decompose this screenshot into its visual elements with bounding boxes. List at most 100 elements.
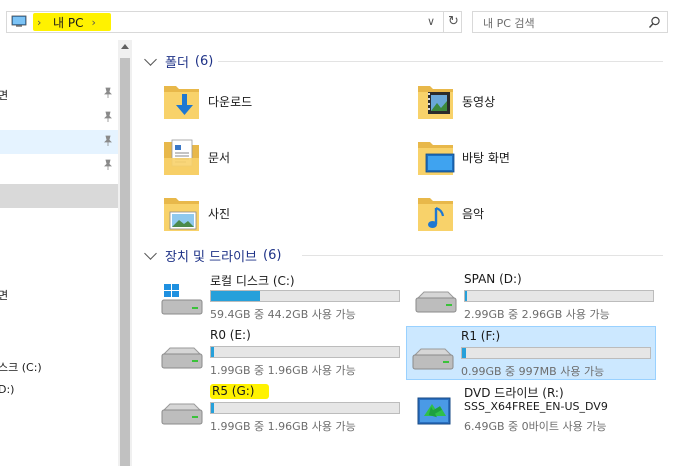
- drive-usage-bar: [210, 290, 400, 302]
- collapse-chevron-icon[interactable]: [144, 247, 157, 260]
- dvd-volume-label: SSS_X64FREE_EN-US_DV9: [464, 400, 608, 413]
- group-divider: [218, 61, 663, 62]
- drive-name: R1 (F:): [461, 329, 501, 343]
- pin-icon[interactable]: [103, 87, 113, 99]
- drive-c[interactable]: 로컬 디스크 (C:) 59.4GB 중 44.2GB 사용 가능: [156, 270, 406, 324]
- drives-group-header[interactable]: 장치 및 드라이브 (6): [144, 246, 281, 265]
- address-toolbar: › 내 PC › ∨ ↻ 내 PC 검색: [0, 0, 673, 40]
- nav-item-label: 면: [0, 289, 9, 302]
- drive-free-space: 1.99GB 중 1.96GB 사용 가능: [210, 420, 356, 433]
- downloads-folder-icon: [164, 86, 199, 119]
- folders-group-header[interactable]: 폴더 (6): [144, 52, 213, 71]
- windows-drive-icon: [161, 284, 203, 315]
- this-pc-icon: [11, 15, 27, 27]
- folder-documents[interactable]: 문서: [162, 136, 382, 188]
- drive-usage-fill: [211, 403, 214, 413]
- dvd-drive-icon: [417, 397, 451, 425]
- folder-name: 동영상: [462, 95, 496, 109]
- documents-folder-icon: [164, 139, 199, 175]
- folder-music[interactable]: 음악: [416, 192, 636, 244]
- folder-desktop[interactable]: 바탕 화면: [416, 136, 636, 188]
- folder-name: 문서: [208, 151, 231, 165]
- drive-free-space: 2.99GB 중 2.96GB 사용 가능: [464, 308, 610, 321]
- folder-downloads[interactable]: 다운로드: [162, 80, 382, 132]
- pin-icon[interactable]: [103, 159, 113, 171]
- drive-name: SPAN (D:): [464, 272, 522, 286]
- drive-name: R0 (E:): [210, 328, 251, 342]
- pictures-folder-icon: [164, 198, 199, 231]
- folders-group-title: 폴더: [165, 56, 189, 71]
- nav-item-label: D:): [0, 383, 15, 396]
- drive-free-space: 6.49GB 중 0바이트 사용 가능: [464, 420, 607, 433]
- nav-item[interactable]: [0, 154, 118, 178]
- address-bar[interactable]: › 내 PC › ∨ ↻: [6, 11, 462, 33]
- drive-usage-bar: [461, 347, 651, 359]
- nav-item-label: 스크 (C:): [0, 361, 42, 374]
- drive-name-highlighted: R5 (G:): [210, 384, 269, 399]
- navigation-pane: 면 면 스크 (C:) D:): [0, 40, 118, 466]
- hard-drive-icon: [412, 348, 454, 370]
- drive-f-selected[interactable]: R1 (F:) 0.99GB 중 997MB 사용 가능: [406, 326, 656, 380]
- scroll-thumb[interactable]: [120, 58, 130, 466]
- hard-drive-icon: [161, 347, 203, 369]
- breadcrumb[interactable]: › 내 PC ›: [33, 13, 111, 31]
- folder-pictures[interactable]: 사진: [162, 192, 382, 244]
- folder-name: 음악: [462, 207, 485, 221]
- drive-usage-bar: [464, 290, 654, 302]
- refresh-icon[interactable]: ↻: [443, 12, 463, 32]
- drive-free-space: 59.4GB 중 44.2GB 사용 가능: [210, 308, 356, 321]
- drive-usage-bar: [210, 346, 400, 358]
- drive-r-dvd[interactable]: DVD 드라이브 (R:) SSS_X64FREE_EN-US_DV9 6.49…: [410, 382, 660, 436]
- drive-e[interactable]: R0 (E:) 1.99GB 중 1.96GB 사용 가능: [156, 326, 406, 380]
- folder-videos[interactable]: 동영상: [416, 80, 636, 132]
- drive-usage-fill: [462, 348, 466, 358]
- nav-item-drive-d[interactable]: D:): [0, 378, 118, 402]
- nav-item[interactable]: [0, 330, 118, 354]
- videos-folder-icon: [418, 86, 453, 119]
- drive-name: DVD 드라이브 (R:): [464, 386, 564, 400]
- folder-name: 사진: [208, 207, 231, 221]
- nav-item-selected[interactable]: [0, 184, 118, 208]
- nav-item[interactable]: [0, 256, 118, 280]
- nav-item-drive-c[interactable]: 스크 (C:): [0, 354, 118, 378]
- content-pane: 폴더 (6) 다운로드 동영상 문서 바탕 화면 사진 음악 장치 및 드라이브…: [132, 40, 673, 466]
- hard-drive-icon: [415, 291, 457, 313]
- pin-icon[interactable]: [103, 111, 113, 123]
- desktop-folder-icon: [418, 142, 455, 175]
- search-icon[interactable]: [648, 16, 661, 29]
- drive-usage-fill: [211, 347, 214, 357]
- nav-item[interactable]: 면: [0, 82, 118, 106]
- drive-usage-bar: [210, 402, 400, 414]
- search-placeholder: 내 PC 검색: [483, 17, 535, 30]
- hard-drive-icon: [161, 403, 203, 425]
- music-folder-icon: [418, 198, 453, 231]
- drive-name: 로컬 디스크 (C:): [210, 274, 295, 288]
- folder-name: 다운로드: [208, 95, 253, 109]
- nav-item[interactable]: [0, 130, 118, 154]
- drives-group-title: 장치 및 드라이브: [165, 250, 257, 265]
- drive-free-space: 1.99GB 중 1.96GB 사용 가능: [210, 364, 356, 377]
- folders-group-count: (6): [194, 54, 214, 69]
- nav-item[interactable]: 면: [0, 282, 118, 306]
- drives-group-count: (6): [263, 248, 282, 263]
- scroll-up-arrow-icon[interactable]: [121, 44, 129, 49]
- address-history-dropdown-icon[interactable]: ∨: [423, 14, 439, 30]
- group-divider: [302, 255, 663, 256]
- nav-item[interactable]: [0, 106, 118, 130]
- pin-icon[interactable]: [103, 135, 113, 147]
- drive-d[interactable]: SPAN (D:) 2.99GB 중 2.96GB 사용 가능: [410, 270, 660, 324]
- folder-name: 바탕 화면: [462, 151, 510, 165]
- nav-scrollbar[interactable]: [118, 40, 132, 466]
- collapse-chevron-icon[interactable]: [144, 53, 157, 66]
- drive-free-space: 0.99GB 중 997MB 사용 가능: [461, 365, 605, 378]
- drive-usage-fill: [465, 291, 467, 301]
- nav-item-label: 면: [0, 89, 9, 102]
- breadcrumb-chevron-icon[interactable]: ›: [37, 16, 47, 29]
- breadcrumb-chevron-icon[interactable]: ›: [91, 16, 101, 29]
- nav-item[interactable]: [0, 208, 118, 232]
- search-box[interactable]: 내 PC 검색: [472, 11, 668, 33]
- drive-g[interactable]: R5 (G:) 1.99GB 중 1.96GB 사용 가능: [156, 382, 406, 436]
- drive-usage-fill: [211, 291, 260, 301]
- nav-item[interactable]: [0, 232, 118, 256]
- breadcrumb-this-pc[interactable]: 내 PC: [47, 14, 91, 31]
